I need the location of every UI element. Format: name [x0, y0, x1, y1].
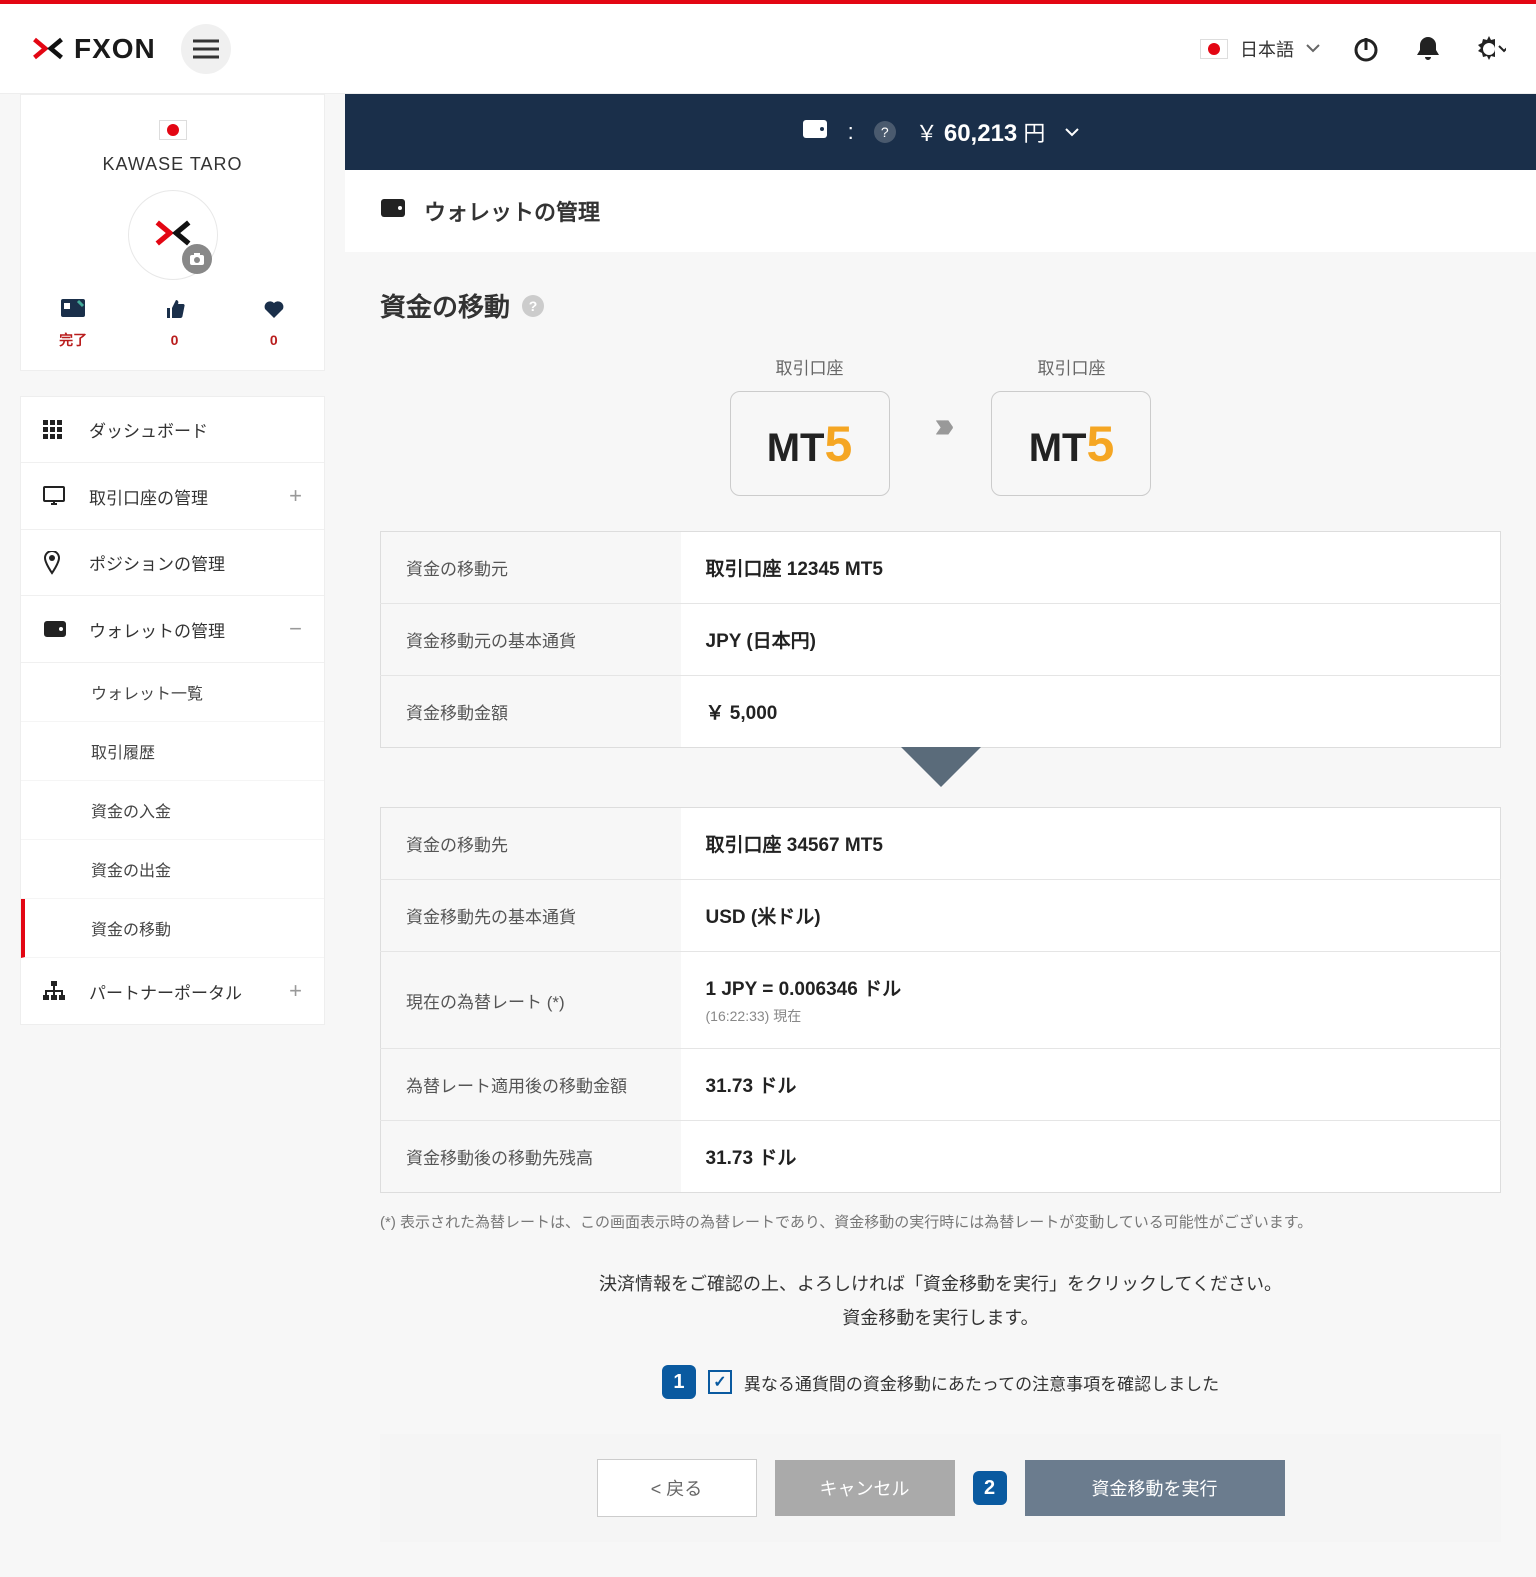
nav-menu: ダッシュボード 取引口座の管理 + ポジションの管理 ウォレットの管理 − ウォ…	[20, 396, 325, 1025]
confirm-text: 決済情報をご確認の上、よろしければ「資金移動を実行」をクリックしてください。 資…	[380, 1267, 1501, 1335]
rate-note: (*) 表示された為替レートは、この画面表示時の為替レートであり、資金移動の実行…	[380, 1211, 1501, 1232]
heart-icon	[262, 298, 286, 326]
confirm-checkbox-row: 1 ✓ 異なる通貨間の資金移動にあたっての注意事項を確認しました	[380, 1365, 1501, 1399]
nav-partner[interactable]: パートナーポータル +	[21, 958, 324, 1024]
pin-icon	[43, 551, 69, 575]
power-button[interactable]	[1350, 33, 1382, 65]
wallet-icon	[802, 119, 828, 145]
main-header: FXON 日本語	[0, 4, 1536, 94]
confirm-checkbox[interactable]: ✓	[708, 1370, 732, 1394]
wallet-icon	[380, 198, 406, 224]
nav-dashboard[interactable]: ダッシュボード	[21, 397, 324, 463]
avatar[interactable]	[128, 190, 218, 280]
submit-button[interactable]: 資金移動を実行	[1025, 1460, 1285, 1516]
chevron-down-icon	[1065, 128, 1079, 137]
thumbs-up-icon	[163, 298, 185, 326]
logo-mark-icon	[30, 35, 66, 63]
sub-history[interactable]: 取引履歴	[21, 722, 324, 781]
settings-button[interactable]	[1474, 33, 1506, 65]
help-icon[interactable]: ?	[874, 121, 896, 143]
grid-icon	[43, 420, 69, 440]
sub-deposit[interactable]: 資金の入金	[21, 781, 324, 840]
balance-amount: ￥ 60,213 円	[916, 116, 1046, 148]
language-label: 日本語	[1240, 36, 1294, 62]
notifications-button[interactable]	[1412, 33, 1444, 65]
profile-card: KAWASE TARO 完了 0	[20, 94, 325, 371]
help-icon[interactable]: ?	[522, 295, 544, 317]
hamburger-menu-button[interactable]	[181, 24, 231, 74]
power-icon	[1352, 35, 1380, 63]
sub-wallet-list[interactable]: ウォレット一覧	[21, 663, 324, 722]
arrows-right-icon: ›››	[935, 404, 947, 446]
nav-wallet[interactable]: ウォレットの管理 −	[21, 596, 324, 663]
sitemap-icon	[43, 981, 69, 1001]
back-button[interactable]: < 戻る	[597, 1459, 757, 1517]
dest-account-box: 取引口座 MT5	[991, 354, 1151, 496]
profile-name: KAWASE TARO	[21, 154, 324, 175]
button-row: < 戻る キャンセル 2 資金移動を実行	[380, 1434, 1501, 1542]
plus-icon: +	[289, 483, 302, 509]
step-badge-1: 1	[662, 1365, 696, 1399]
arrow-down-icon	[380, 747, 1501, 787]
camera-icon[interactable]	[182, 244, 212, 274]
nav-positions[interactable]: ポジションの管理	[21, 530, 324, 596]
id-card-icon	[59, 298, 87, 324]
cancel-button[interactable]: キャンセル	[775, 1460, 955, 1516]
chevron-down-icon	[1498, 45, 1506, 53]
transfer-visual: 取引口座 MT5 ››› 取引口座 MT5	[380, 354, 1501, 496]
hamburger-icon	[193, 39, 219, 59]
stat-hearts: 0	[262, 298, 286, 350]
japan-flag-icon	[159, 120, 187, 140]
bell-icon	[1415, 35, 1441, 63]
monitor-icon	[43, 486, 69, 506]
sub-transfer[interactable]: 資金の移動	[21, 899, 324, 958]
japan-flag-icon	[1200, 39, 1228, 59]
step-badge-2: 2	[973, 1471, 1007, 1505]
dest-table: 資金の移動先取引口座 34567 MT5 資金移動先の基本通貨USD (米ドル)…	[380, 807, 1501, 1193]
language-selector[interactable]: 日本語	[1200, 36, 1320, 62]
nav-accounts[interactable]: 取引口座の管理 +	[21, 463, 324, 530]
minus-icon: −	[289, 616, 302, 642]
page-title: ウォレットの管理	[424, 195, 600, 227]
checkbox-label: 異なる通貨間の資金移動にあたっての注意事項を確認しました	[744, 1370, 1219, 1395]
section-title: 資金の移動 ?	[380, 287, 1501, 324]
sidebar: KAWASE TARO 完了 0	[0, 94, 345, 1577]
stat-complete: 完了	[59, 298, 87, 350]
stat-thumbs: 0	[163, 298, 185, 350]
page-title-bar: ウォレットの管理	[345, 170, 1536, 252]
chevron-down-icon	[1306, 44, 1320, 53]
source-account-box: 取引口座 MT5	[730, 354, 890, 496]
plus-icon: +	[289, 978, 302, 1004]
source-table: 資金の移動元取引口座 12345 MT5 資金移動元の基本通貨JPY (日本円)…	[380, 531, 1501, 748]
sub-withdrawal[interactable]: 資金の出金	[21, 840, 324, 899]
balance-bar[interactable]: : ? ￥ 60,213 円	[345, 94, 1536, 170]
logo-text: FXON	[74, 33, 156, 65]
main-content: : ? ￥ 60,213 円 ウォレットの管理 資金の移動 ? 取引口座 MT5	[345, 94, 1536, 1577]
logo[interactable]: FXON	[30, 33, 156, 65]
gear-icon	[1474, 34, 1495, 64]
wallet-icon	[43, 620, 69, 638]
